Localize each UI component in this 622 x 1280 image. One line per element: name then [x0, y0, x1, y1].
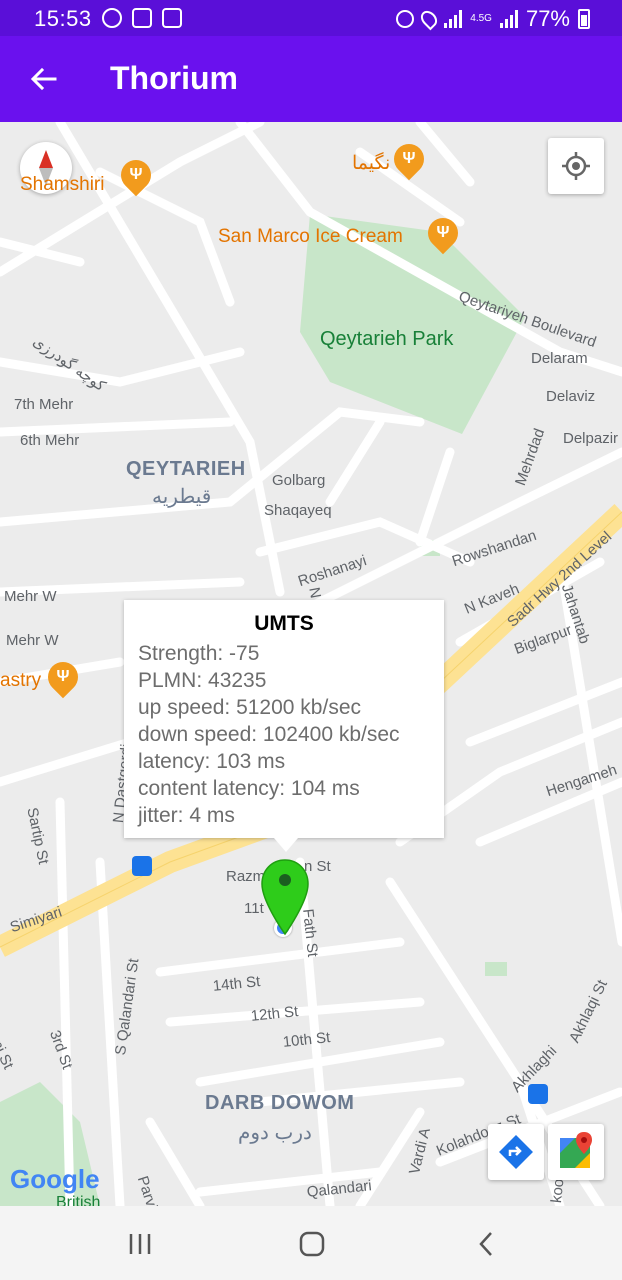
- poi-label: San Marco Ice Cream: [218, 226, 403, 247]
- poi-label: Shamshiri: [20, 174, 105, 195]
- info-content-latency: content latency: 104 ms: [138, 777, 360, 800]
- signal-icon-2: [499, 10, 518, 28]
- location-icon: [417, 7, 441, 31]
- restaurant-pin-icon[interactable]: Ψ: [41, 655, 85, 699]
- map-marker-icon[interactable]: [260, 858, 310, 936]
- app-bar: Thorium: [0, 36, 622, 122]
- arrow-left-icon: [30, 67, 57, 91]
- street-label: Delpazir: [563, 430, 619, 447]
- google-sub-label: British: [56, 1194, 101, 1206]
- status-time: 15:53: [34, 6, 92, 31]
- signal-icon: [444, 10, 463, 28]
- poi-label: astry: [0, 670, 42, 691]
- info-title: UMTS: [254, 612, 314, 635]
- area-label-fa: قیطریه: [152, 486, 212, 508]
- street-label: Mehr W: [4, 588, 57, 605]
- info-strength: Strength: -75: [138, 642, 260, 665]
- restaurant-pin-icon[interactable]: Ψ: [387, 137, 431, 181]
- info-down-speed: down speed: 102400 kb/sec: [138, 723, 400, 746]
- google-maps-icon: [560, 1132, 592, 1168]
- street-label: 6th Mehr: [20, 432, 80, 449]
- alarm-icon: [396, 10, 415, 28]
- poi-label: نگیما: [352, 153, 391, 174]
- app-title: Thorium: [110, 60, 238, 96]
- area-label-fa: درب دوم: [238, 1122, 312, 1144]
- street-label: Shaqayeq: [264, 502, 332, 519]
- my-location-button[interactable]: [548, 138, 604, 194]
- recents-icon: [129, 1234, 151, 1254]
- notification-icons: [102, 8, 182, 28]
- system-back-button[interactable]: [456, 1224, 516, 1264]
- map-view[interactable]: Shamshiri Ψ نگیما Ψ San Marco Ice Cream …: [0, 122, 622, 1206]
- home-button[interactable]: [282, 1224, 342, 1264]
- network-type: 4.5G: [470, 13, 492, 24]
- area-label: QEYTARIEH: [126, 458, 246, 480]
- bus-stop-icon[interactable]: [528, 1084, 548, 1104]
- system-nav-bar: [0, 1206, 622, 1280]
- battery-percent: 77%: [525, 6, 570, 31]
- status-bar: 15:53 4.5G 77%: [0, 0, 622, 36]
- back-button[interactable]: [22, 58, 64, 100]
- street-label: Golbarg: [272, 472, 326, 489]
- bus-stop-icon[interactable]: [132, 856, 152, 876]
- open-in-maps-button[interactable]: [548, 1124, 604, 1180]
- directions-icon: [499, 1135, 533, 1169]
- info-jitter: jitter: 4 ms: [138, 804, 235, 827]
- street-label: 7th Mehr: [14, 396, 74, 413]
- wifi-notification-icon: [162, 8, 182, 28]
- restaurant-pin-icon[interactable]: Ψ: [421, 211, 465, 255]
- info-up-speed: up speed: 51200 kb/sec: [138, 696, 362, 719]
- street-label: Delaviz: [546, 388, 596, 405]
- status-right: 4.5G 77%: [396, 6, 590, 32]
- alarm-app-icon: [102, 8, 122, 28]
- my-location-icon: [562, 152, 590, 180]
- battery-icon: [578, 9, 590, 29]
- street-label: Delaram: [531, 350, 588, 367]
- info-plmn: PLMN: 43235: [138, 669, 267, 692]
- recents-button[interactable]: [110, 1224, 170, 1264]
- info-window[interactable]: UMTS Strength: -75 PLMN: 43235 up speed:…: [124, 600, 444, 852]
- info-latency: latency: 103 ms: [138, 750, 286, 773]
- home-icon: [299, 1231, 325, 1257]
- google-logo: Google: [10, 1164, 100, 1194]
- directions-button[interactable]: [488, 1124, 544, 1180]
- street-label: Mehr W: [6, 632, 59, 649]
- area-label: DARB DOWOM: [205, 1092, 355, 1114]
- restaurant-pin-icon[interactable]: Ψ: [114, 153, 158, 197]
- back-chevron-icon: [479, 1232, 492, 1256]
- park-label: Qeytarieh Park: [320, 328, 454, 350]
- gallery-icon: [132, 8, 152, 28]
